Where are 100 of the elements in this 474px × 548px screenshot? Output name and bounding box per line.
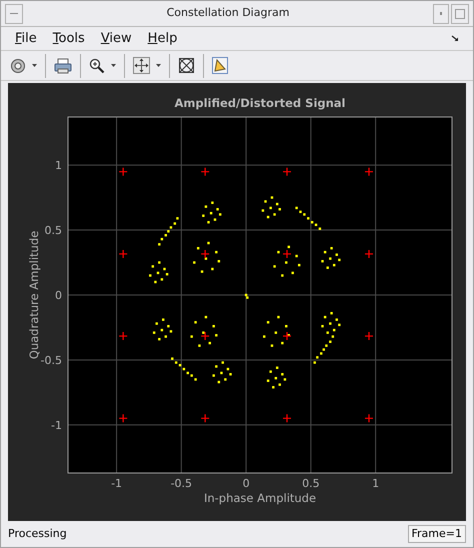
data-point <box>149 274 152 277</box>
data-point <box>316 356 318 359</box>
data-point <box>338 258 341 262</box>
data-point <box>215 365 218 368</box>
data-point <box>269 206 272 210</box>
data-point <box>274 331 278 334</box>
data-point <box>154 280 157 284</box>
data-point <box>270 344 274 347</box>
data-point <box>224 378 227 381</box>
data-point <box>332 328 336 332</box>
menu-item[interactable]: Tools <box>52 28 85 48</box>
data-point <box>163 268 166 270</box>
data-point <box>324 250 326 254</box>
reference-marker <box>118 249 128 259</box>
data-point <box>330 312 333 314</box>
window-menu-button[interactable] <box>5 4 23 24</box>
reference-marker <box>200 249 210 259</box>
data-point <box>193 261 196 264</box>
menu-item[interactable]: Help <box>148 28 178 48</box>
data-point <box>214 218 216 221</box>
data-point <box>314 361 316 364</box>
data-point <box>166 273 168 276</box>
data-point <box>269 370 272 373</box>
data-point <box>276 202 278 206</box>
data-point <box>220 372 223 374</box>
data-point <box>263 335 266 338</box>
data-point <box>292 272 294 274</box>
tick-label: 0.5 <box>44 224 62 238</box>
data-point <box>274 376 278 380</box>
zoom-icon[interactable] <box>89 58 105 74</box>
menu-item[interactable]: View <box>100 28 132 48</box>
tick-label: 1 <box>372 477 380 490</box>
data-point <box>329 257 332 260</box>
reference-marker <box>364 249 374 259</box>
data-point <box>202 214 205 217</box>
tick-label: -0.5 <box>170 477 192 490</box>
data-point <box>338 324 341 326</box>
data-point <box>281 274 284 277</box>
caret-icon[interactable] <box>111 64 116 67</box>
data-point <box>204 205 208 208</box>
data-point <box>272 386 274 388</box>
pen-icon[interactable] <box>212 57 228 74</box>
window-title: Constellation Diagram <box>166 5 290 22</box>
data-point <box>204 257 208 260</box>
data-point <box>162 318 164 321</box>
data-point <box>190 335 193 338</box>
printer-icon[interactable] <box>54 58 72 74</box>
caret-icon[interactable] <box>32 64 37 67</box>
data-point <box>164 335 167 338</box>
data-point <box>288 334 290 336</box>
data-point <box>270 196 274 199</box>
data-point <box>281 342 284 344</box>
chart-title: Amplified/Distorted Signal <box>174 96 346 110</box>
data-point <box>277 316 280 318</box>
data-point <box>324 316 326 318</box>
tick-label: 0 <box>242 477 250 490</box>
frame-counter: Frame=1 <box>408 524 466 544</box>
gear-icon[interactable] <box>10 58 26 74</box>
data-point <box>278 208 281 210</box>
data-point <box>152 331 156 334</box>
data-point <box>273 265 276 268</box>
dock-arrow-icon[interactable] <box>451 35 459 42</box>
data-point <box>160 278 164 281</box>
caret-icon[interactable] <box>156 64 161 67</box>
data-point <box>156 322 158 325</box>
minus-icon <box>10 12 18 14</box>
fit-axes-icon[interactable] <box>133 57 150 74</box>
data-point <box>212 374 215 377</box>
data-point <box>200 270 204 273</box>
data-point <box>194 321 197 324</box>
tick-label: 1 <box>55 159 62 172</box>
data-point <box>273 213 276 216</box>
data-point <box>330 247 333 250</box>
menu-item[interactable]: File <box>15 28 37 48</box>
data-point <box>198 344 201 347</box>
data-point <box>276 366 278 369</box>
square-icon <box>455 8 465 18</box>
reference-marker <box>200 331 210 341</box>
data-point <box>211 268 214 270</box>
data-point <box>208 342 212 344</box>
data-point <box>176 217 179 220</box>
tick-label: 0.5 <box>302 477 320 490</box>
data-point <box>218 213 222 216</box>
data-point <box>226 368 230 370</box>
data-point <box>204 316 208 318</box>
data-point <box>264 200 267 203</box>
data-point <box>298 264 300 266</box>
data-point <box>332 264 336 266</box>
reference-marker <box>118 414 128 423</box>
x-axis-label: In-phase Amplitude <box>204 491 316 505</box>
data-point <box>160 328 164 332</box>
data-point <box>207 242 210 244</box>
reference-marker <box>282 167 292 176</box>
data-point <box>170 330 172 333</box>
data-point <box>222 361 224 364</box>
reference-marker <box>118 167 128 176</box>
data-point <box>211 202 214 204</box>
constellation-icon[interactable] <box>178 57 195 74</box>
data-point <box>266 321 270 324</box>
data-point <box>262 209 264 212</box>
